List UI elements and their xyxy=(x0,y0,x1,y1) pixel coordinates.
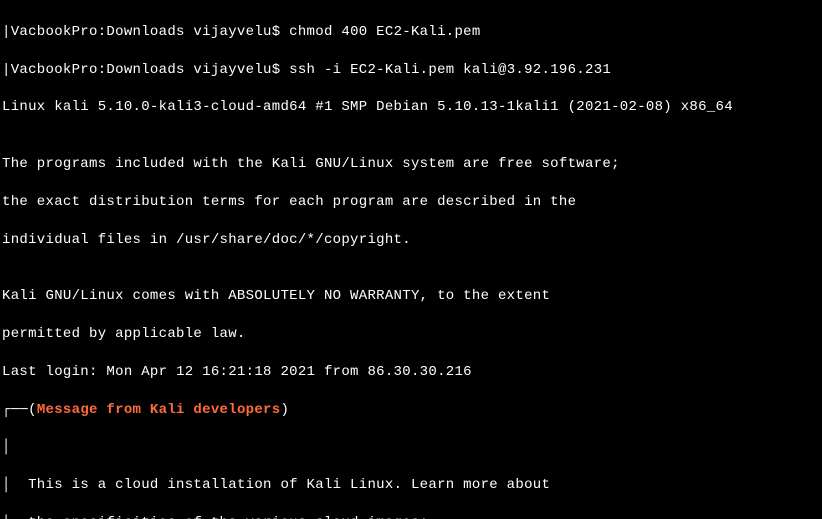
box-vert: │ xyxy=(2,477,11,493)
motd-line: individual files in /usr/share/doc/*/cop… xyxy=(2,231,816,250)
kernel-banner: Linux kali 5.10.0-kali3-cloud-amd64 #1 S… xyxy=(2,98,816,117)
paren-close: ) xyxy=(280,402,289,418)
warranty-line: permitted by applicable law. xyxy=(2,325,816,344)
dev-message-title: Message from Kali developers xyxy=(37,402,281,418)
warranty-line: Kali GNU/Linux comes with ABSOLUTELY NO … xyxy=(2,287,816,306)
motd-line: the exact distribution terms for each pr… xyxy=(2,193,816,212)
cmd-line-chmod: |VacbookPro:Downloads vijayvelu$ chmod 4… xyxy=(2,23,816,42)
motd-line: The programs included with the Kali GNU/… xyxy=(2,155,816,174)
terminal-output[interactable]: |VacbookPro:Downloads vijayvelu$ chmod 4… xyxy=(0,0,822,519)
cmd-ssh: ssh -i EC2-Kali.pem kali@3.92.196.231 xyxy=(289,62,611,78)
box-vert: │ xyxy=(2,439,11,455)
dev-message-line: │ xyxy=(2,438,816,457)
local-prompt: |VacbookPro:Downloads vijayvelu$ xyxy=(2,62,289,78)
dev-message-header: ┌──(Message from Kali developers) xyxy=(2,401,816,420)
cmd-chmod: chmod 400 EC2-Kali.pem xyxy=(289,24,480,40)
msg-text: the specificities of the various cloud i… xyxy=(11,515,429,519)
box-corner-tl: ┌──( xyxy=(2,402,37,418)
dev-message-line: │ This is a cloud installation of Kali L… xyxy=(2,476,816,495)
msg-text: This is a cloud installation of Kali Lin… xyxy=(11,477,550,493)
cmd-line-ssh: |VacbookPro:Downloads vijayvelu$ ssh -i … xyxy=(2,61,816,80)
dev-message-line: │ the specificities of the various cloud… xyxy=(2,514,816,519)
box-vert: │ xyxy=(2,515,11,519)
local-prompt: |VacbookPro:Downloads vijayvelu$ xyxy=(2,24,289,40)
last-login-line: Last login: Mon Apr 12 16:21:18 2021 fro… xyxy=(2,363,816,382)
